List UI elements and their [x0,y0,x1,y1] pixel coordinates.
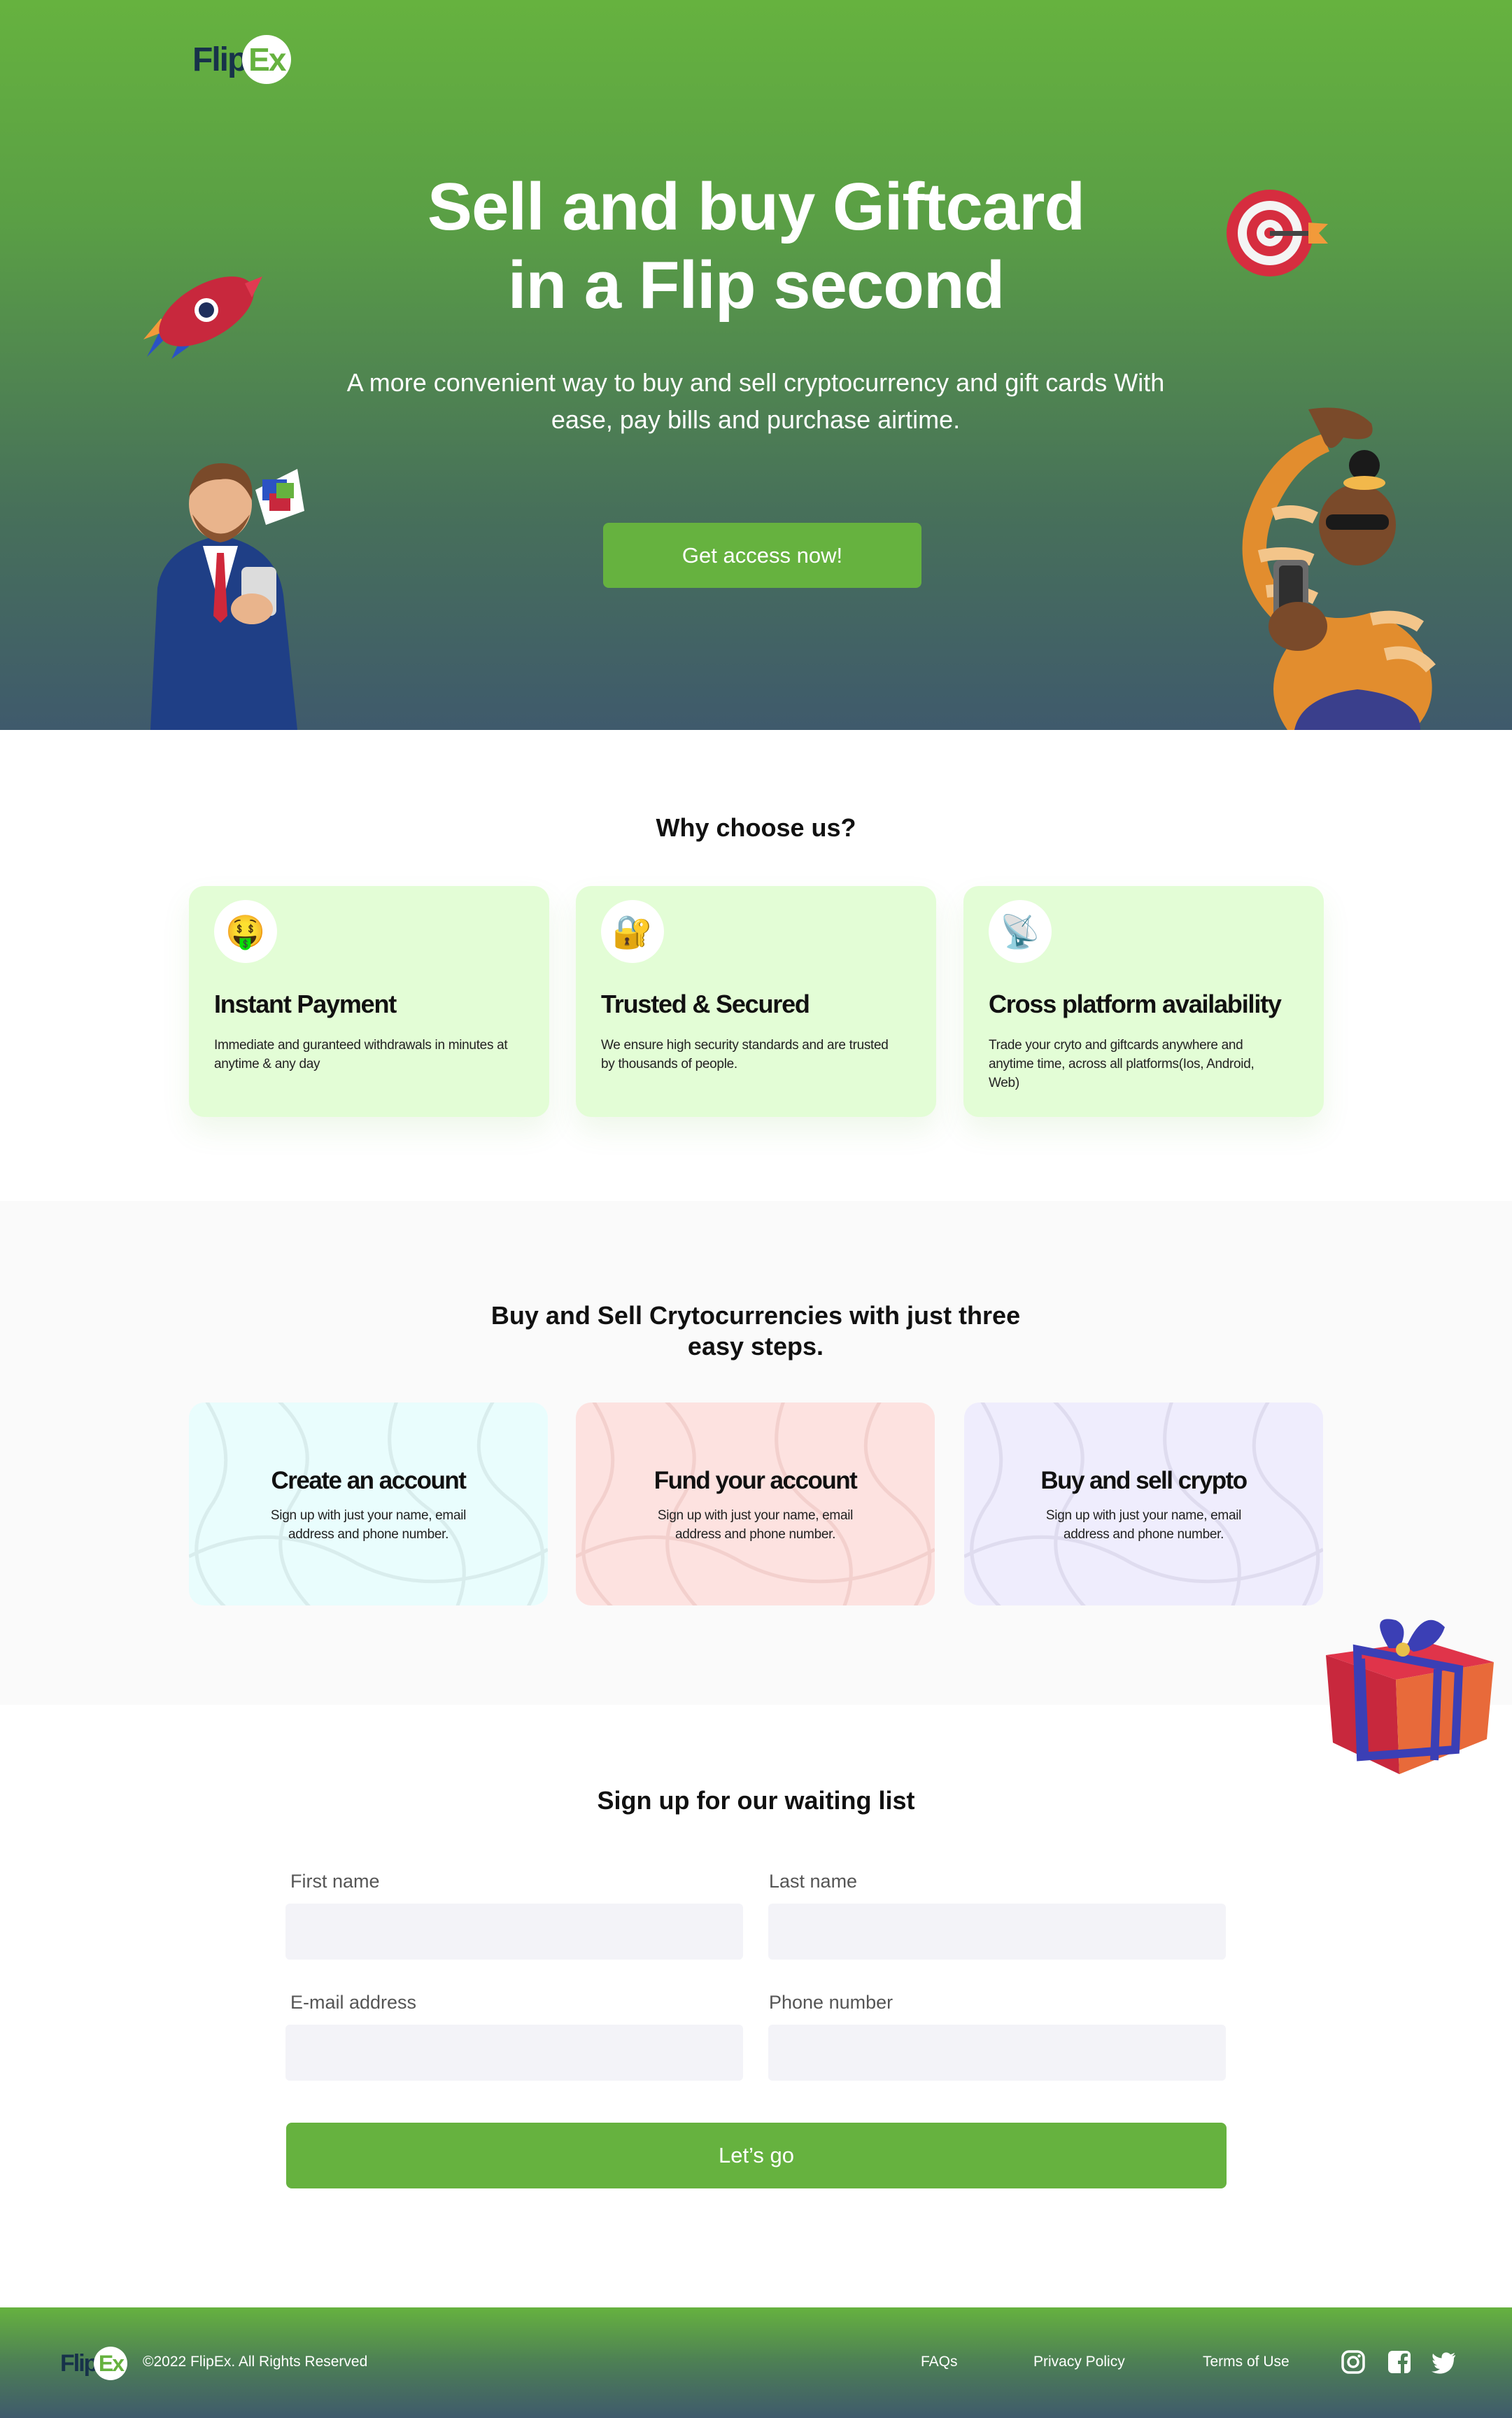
first-name-input[interactable] [285,1904,743,1960]
hero-section: Flip Ex Sell and buy Giftcard in a Flip s… [0,0,1512,730]
get-access-button[interactable]: Get access now! [603,523,921,588]
feature-description: Immediate and guranteed withdrawals in m… [214,1038,508,1071]
step-description: Sign up with just your name, email addre… [270,1508,467,1542]
step-card-buy-sell-crypto: Buy and sell crypto Sign up with just yo… [964,1403,1323,1605]
logo-text-flip: Flip [192,41,248,78]
email-label: E-mail address [290,1992,417,2013]
feature-card-trusted-secured: 🔐 Trusted & Secured We ensure high secur… [576,886,936,1117]
phone-label: Phone number [769,1992,893,2013]
hero-title-line1: Sell and buy Giftcard [427,169,1085,244]
footer-link-privacy-policy[interactable]: Privacy Policy [1033,2354,1125,2370]
footer-logo[interactable]: Flip Ex [60,2347,128,2380]
hero-subtitle: A more convenient way to buy and sell cr… [346,368,1165,434]
footer-link-faqs[interactable]: FAQs [921,2354,958,2370]
first-name-label: First name [290,1871,380,1892]
feature-description: We ensure high security standards and ar… [601,1038,889,1071]
feature-description: Trade your cryto and giftcards anywhere … [989,1038,1255,1090]
phone-input[interactable] [768,2025,1226,2081]
brand-logo[interactable]: Flip Ex [192,35,292,84]
steps-section-title: Buy and Sell Crytocurrencies with just t… [490,1301,1021,1361]
step-description: Sign up with just your name, email addre… [1045,1508,1242,1542]
feature-card-instant-payment: 🤑 Instant Payment Immediate and gurantee… [189,886,549,1117]
feature-title: Trusted & Secured [601,990,810,1018]
copyright-text: ©2022 FlipEx. All Rights Reserved [143,2354,368,2370]
step-card-fund-account: Fund your account Sign up with just your… [576,1403,935,1605]
feature-title: Cross platform availability [989,990,1282,1018]
footer-link-terms-of-use[interactable]: Terms of Use [1203,2354,1290,2370]
swirl-pattern [964,1403,1323,1605]
signup-section-title: Sign up for our waiting list [597,1786,915,1815]
feature-card-cross-platform: 📡 Cross platform availability Trade your… [963,886,1324,1117]
logo-text-ex: Ex [94,2347,128,2380]
step-description: Sign up with just your name, email addre… [657,1508,854,1542]
lets-go-button[interactable]: Let’s go [286,2123,1227,2188]
feature-title: Instant Payment [214,990,397,1018]
last-name-input[interactable] [768,1904,1226,1960]
instagram-icon[interactable] [1339,2348,1367,2376]
email-input[interactable] [285,2025,743,2081]
twitter-icon[interactable] [1430,2348,1458,2376]
footer: Flip Ex ©2022 FlipEx. All Rights Reserved… [0,2307,1512,2418]
step-card-create-account: Create an account Sign up with just your… [189,1403,548,1605]
last-name-label: Last name [769,1871,858,1892]
step-title: Create an account [271,1467,467,1494]
why-section-title: Why choose us? [656,813,856,842]
facebook-icon[interactable] [1385,2348,1413,2376]
logo-text-flip: Flip [60,2349,98,2377]
step-title: Buy and sell crypto [1040,1467,1248,1494]
businessman-illustration [150,463,304,730]
logo-text-ex: Ex [242,35,292,84]
step-title: Fund your account [653,1467,858,1494]
lock-key-icon: 🔐 [601,900,664,963]
satellite-dish-icon: 📡 [989,900,1052,963]
hero-title-line2: in a Flip second [507,248,1005,323]
swirl-pattern [189,1403,548,1605]
landing-page: Flip Ex Sell and buy Giftcard in a Flip s… [0,0,1512,2418]
swirl-pattern [576,1403,935,1605]
money-mouth-face-icon: 🤑 [214,900,277,963]
woman-illustration [1242,407,1436,730]
hero-title: Sell and buy Giftcard in a Flip second [0,168,1512,325]
gift-box-illustration [1326,1619,1494,1774]
